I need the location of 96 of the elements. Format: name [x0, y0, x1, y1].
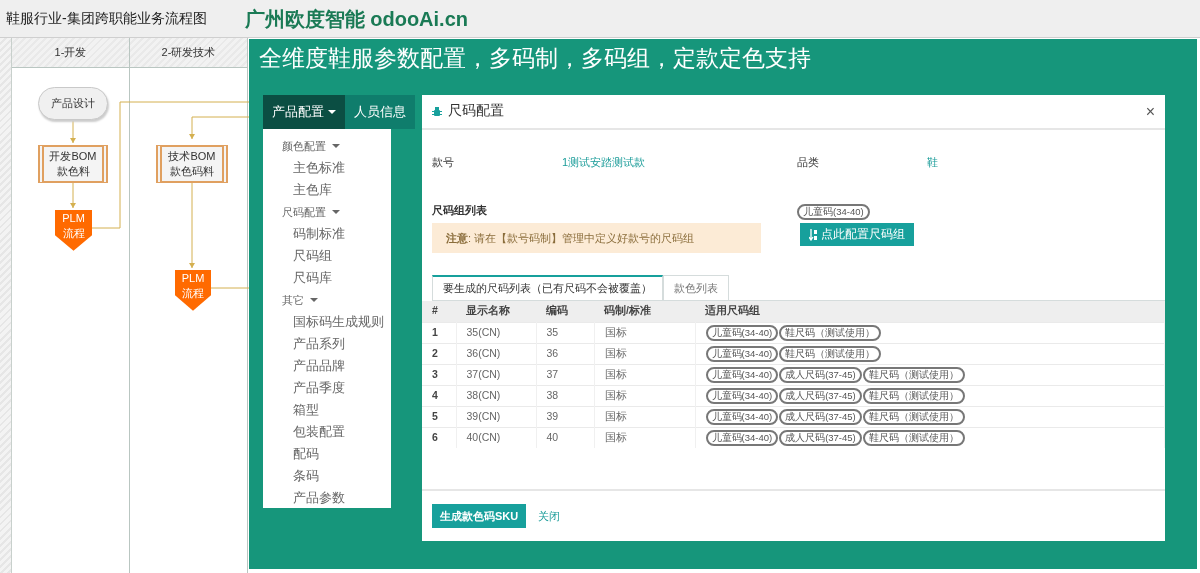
menu-item[interactable]: 箱型: [263, 399, 391, 421]
table-cell: 36(CN): [456, 343, 536, 364]
table-cell: 国标: [594, 385, 695, 406]
notice-alert: 注意: 请在【款号码制】管理中定义好款号的尺码组: [432, 222, 761, 253]
offpage-connector: PLM 流程: [55, 210, 92, 251]
caret-icon: [310, 298, 318, 302]
size-group-tag: 儿童码(34-40): [705, 387, 779, 404]
table-cell: 国标: [594, 406, 695, 427]
field-value: 鞋: [927, 155, 938, 170]
table-cell: 国标: [594, 364, 695, 385]
table-cell: 38: [536, 385, 594, 406]
size-group-tag: 鞋尺码（测试使用）: [862, 366, 965, 383]
table-cell: 39: [536, 406, 594, 427]
bug-icon: [432, 106, 442, 117]
table-cell: 40(CN): [456, 427, 536, 448]
connector-arrow: [189, 116, 250, 140]
size-group-tag: 儿童码(34-40): [705, 366, 779, 383]
menu-item[interactable]: 条码: [263, 465, 391, 487]
menu-item[interactable]: 产品季度: [263, 377, 391, 399]
section-label: 尺码组列表: [432, 203, 488, 218]
size-group-tag: 成人尺码(37-45): [779, 408, 862, 425]
menu-item[interactable]: 产品系列: [263, 333, 391, 355]
table-cell: 35: [536, 322, 594, 343]
connector-arrow: [70, 120, 76, 144]
table-cell: 37: [536, 364, 594, 385]
column-header: 适用尺码组: [695, 301, 1165, 322]
size-group-tag: 鞋尺码（测试使用）: [779, 324, 882, 341]
menu-item[interactable]: 国标码生成规则: [263, 311, 391, 333]
nav-tab[interactable]: 产品配置: [263, 95, 345, 129]
field-value: 1测试安踏测试款: [562, 155, 646, 170]
menu-item[interactable]: 主色库: [263, 179, 391, 201]
brand-title: 广州欧度智能 odooAi.cn: [244, 6, 468, 32]
size-group-tag: 儿童码(34-40): [705, 408, 779, 425]
size-group-tag: 儿童码(34-40): [705, 345, 779, 362]
caret-icon: [332, 210, 340, 214]
table-cell: 国标: [594, 322, 695, 343]
column-header: #: [422, 301, 456, 322]
diagram-title: 鞋服行业-集团跨职能业务流程图: [6, 9, 207, 28]
table-cell: 国标: [594, 427, 695, 448]
tab[interactable]: 款色列表: [663, 275, 729, 300]
menu-group-label: 颜色配置: [282, 139, 326, 154]
column-header: 码制/标准: [594, 301, 695, 322]
dialog-title: 尺码配置: [448, 102, 505, 121]
size-group-tag: 成人尺码(37-45): [779, 429, 862, 446]
configure-button[interactable]: 点此配置尺码组: [800, 223, 914, 247]
table-cell: 2: [422, 343, 456, 364]
lane-header: 1-开发: [12, 38, 129, 68]
field-label: 品类: [797, 155, 820, 170]
table-cell: 6: [422, 427, 456, 448]
process-node: 技术BOM 款色码料: [156, 145, 228, 183]
menu-group-label: 其它: [282, 293, 304, 308]
menu-group-label: 尺码配置: [282, 205, 326, 220]
caret-icon: [332, 144, 340, 148]
offpage-connector: PLM 流程: [175, 270, 211, 311]
close-button[interactable]: ×: [1145, 103, 1155, 120]
lane-header: 2-研发技术: [130, 38, 247, 68]
table-cell: 国标: [594, 343, 695, 364]
sort-icon: [809, 228, 818, 241]
table-cell: 38(CN): [456, 385, 536, 406]
table-cell: 4: [422, 385, 456, 406]
connector-arrow: [70, 182, 76, 209]
size-group-tag: 儿童码(34-40): [705, 429, 779, 446]
size-group-tag: 鞋尺码（测试使用）: [862, 387, 965, 404]
menu-item[interactable]: 尺码组: [263, 245, 391, 267]
menu-item[interactable]: 主色标准: [263, 157, 391, 179]
size-group-tag: 儿童码(34-40): [797, 204, 870, 220]
table-cell: 37(CN): [456, 364, 536, 385]
table-cell: 36: [536, 343, 594, 364]
field-label: 款号: [432, 155, 455, 170]
column-header: 编码: [536, 301, 594, 322]
table-cell: 35(CN): [456, 322, 536, 343]
size-group-tag: 儿童码(34-40): [705, 324, 779, 341]
close-link[interactable]: 关闭: [538, 507, 561, 525]
menu-item[interactable]: 产品参数: [263, 487, 391, 509]
size-group-tag: 鞋尺码（测试使用）: [862, 429, 965, 446]
table-cell: 3: [422, 364, 456, 385]
menu-item[interactable]: 产品品牌: [263, 355, 391, 377]
table-cell: 40: [536, 427, 594, 448]
size-group-tag: 成人尺码(37-45): [779, 387, 862, 404]
size-group-tag: 成人尺码(37-45): [779, 366, 862, 383]
menu-item[interactable]: 码制标准: [263, 223, 391, 245]
menu-item[interactable]: 配码: [263, 443, 391, 465]
menu-item[interactable]: 包装配置: [263, 421, 391, 443]
size-group-tag: 鞋尺码（测试使用）: [779, 345, 882, 362]
start-node: 产品设计: [38, 87, 108, 120]
column-header: 显示名称: [456, 301, 536, 322]
table-cell: 1: [422, 322, 456, 343]
table-cell: 39(CN): [456, 406, 536, 427]
menu-item[interactable]: 尺码库: [263, 267, 391, 289]
connector-line: [210, 287, 250, 289]
generate-sku-button[interactable]: 生成款色码SKU: [432, 503, 527, 529]
size-group-tag: 鞋尺码（测试使用）: [862, 408, 965, 425]
process-node: 开发BOM 款色料: [38, 145, 108, 183]
table-cell: 5: [422, 406, 456, 427]
tab[interactable]: 要生成的尺码列表（已有尺码不会被覆盖）: [432, 275, 663, 300]
panel-heading: 全维度鞋服参数配置，多码制，多码组，定款定色支持: [258, 44, 812, 73]
